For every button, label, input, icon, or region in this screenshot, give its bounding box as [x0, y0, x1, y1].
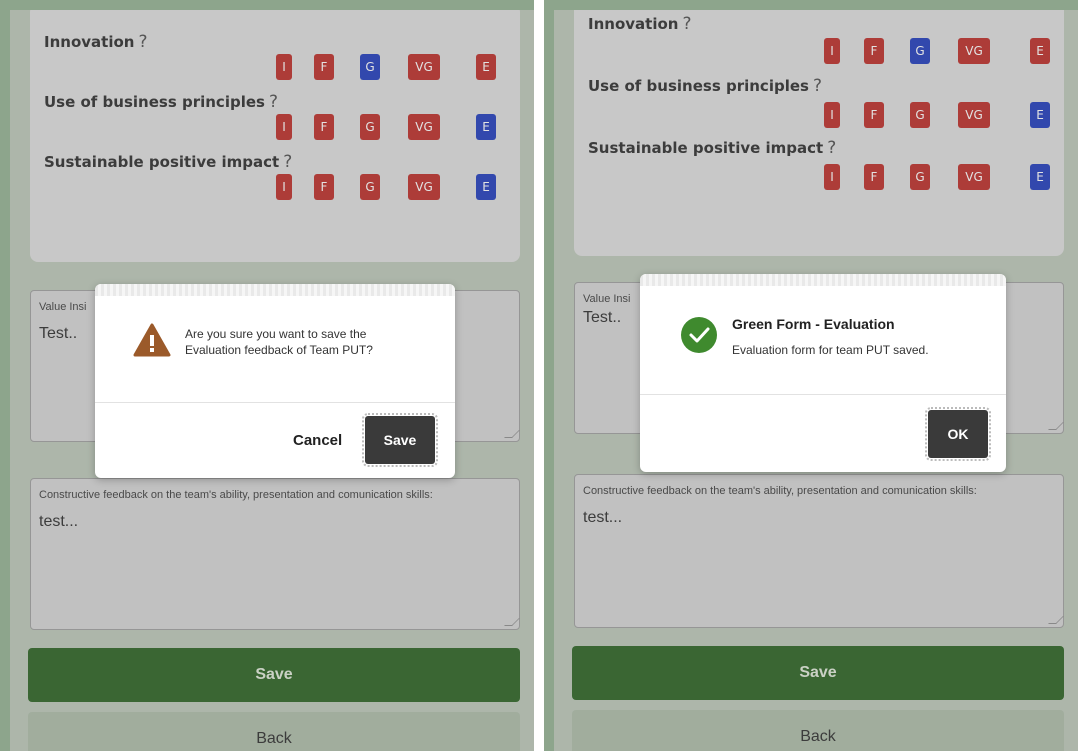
right-screenshot: Innovation? I F G VG E Use of business p…	[544, 0, 1078, 751]
dialog-title: Green Form - Evaluation	[732, 316, 895, 332]
app-screen: Innovation? I F G VG E Use of business p…	[10, 10, 534, 751]
warning-icon	[133, 323, 171, 357]
divider-gutter	[534, 0, 544, 751]
confirm-message-line: Are you sure you want to save the	[185, 327, 367, 341]
left-screenshot: Innovation? I F G VG E Use of business p…	[0, 0, 534, 751]
dialog-divider	[95, 402, 455, 403]
confirm-message: Are you sure you want to save the Evalua…	[185, 326, 373, 358]
success-dialog: Green Form - Evaluation Evaluation form …	[640, 274, 1006, 472]
dialog-top-border	[640, 274, 1006, 286]
app-screen: Innovation? I F G VG E Use of business p…	[554, 10, 1078, 751]
confirm-message-line: Evaluation feedback of Team PUT?	[185, 343, 373, 357]
cancel-button[interactable]: Cancel	[293, 432, 342, 449]
dialog-message: Evaluation form for team PUT saved.	[732, 343, 929, 357]
ok-button[interactable]: OK	[925, 407, 991, 461]
confirm-save-button[interactable]: Save	[362, 413, 438, 467]
check-circle-icon	[681, 317, 717, 353]
dialog-divider	[640, 394, 1006, 395]
confirm-dialog: Are you sure you want to save the Evalua…	[95, 284, 455, 478]
dialog-top-border	[95, 284, 455, 296]
